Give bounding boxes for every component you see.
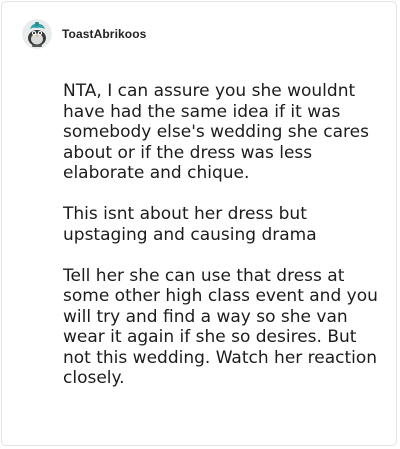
bird-icon	[22, 19, 52, 49]
username[interactable]: ToastAbrikoos	[62, 27, 146, 41]
comment-paragraph: Tell her she can use that dress at some …	[63, 265, 378, 389]
comment-card: ToastAbrikoos NTA, I can assure you she …	[1, 1, 397, 446]
comment-body: NTA, I can assure you she wouldnt have h…	[63, 81, 383, 389]
avatar[interactable]	[22, 19, 52, 49]
comment-paragraph: NTA, I can assure you she wouldnt have h…	[63, 81, 369, 183]
comment-header: ToastAbrikoos	[22, 14, 146, 54]
comment-paragraph: This isnt about her dress but upstaging …	[63, 204, 317, 245]
